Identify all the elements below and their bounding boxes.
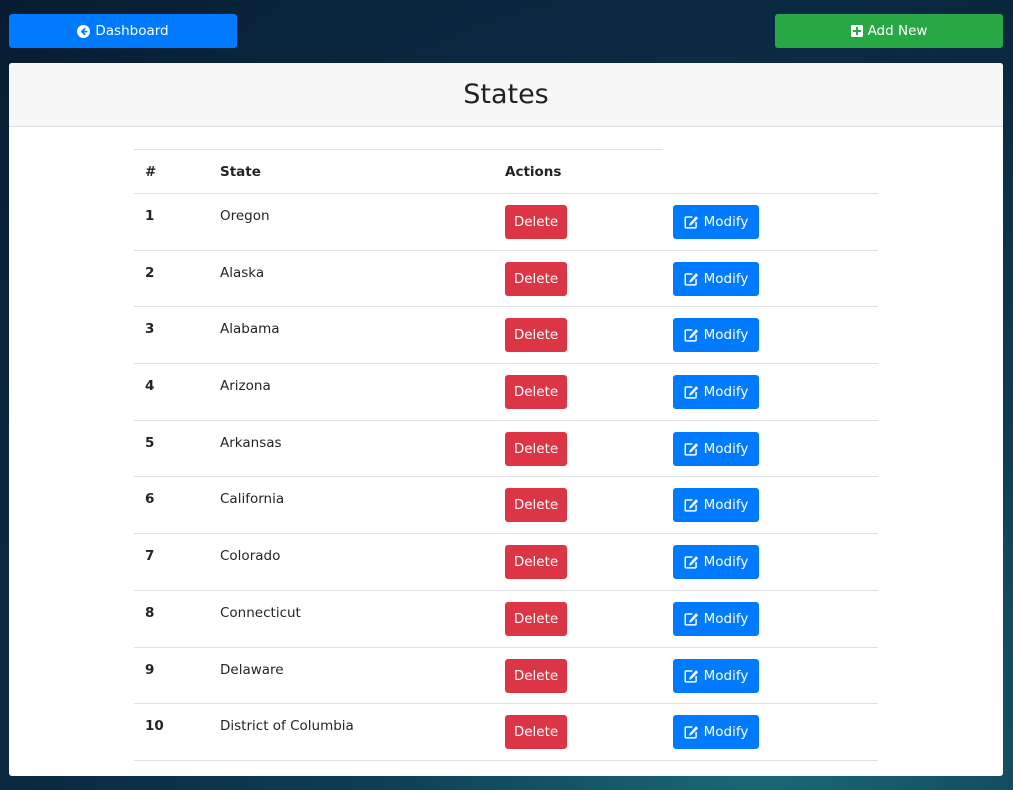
modify-button[interactable]: Modify (673, 488, 759, 523)
add-new-button[interactable]: Add New (775, 14, 1003, 48)
modify-button[interactable]: Modify (673, 601, 759, 636)
edit-icon (684, 726, 698, 739)
dashboard-button-label: Dashboard (95, 23, 169, 39)
modify-button[interactable]: Modify (673, 715, 759, 750)
row-number: 3 (145, 321, 155, 338)
modify-button-label: Modify (703, 270, 749, 287)
row-number: 6 (145, 491, 155, 508)
page-title: States (463, 79, 549, 110)
edit-icon (684, 216, 698, 229)
edit-icon (684, 386, 698, 399)
edit-icon (684, 329, 698, 342)
delete-button[interactable]: Delete (505, 545, 567, 580)
row-number: 8 (145, 604, 155, 621)
modify-button[interactable]: Modify (673, 318, 759, 353)
edit-icon (684, 272, 698, 286)
column-header-actions: Actions (505, 164, 562, 180)
table-row: 1 Oregon Delete Modify (134, 194, 878, 251)
state-name: Arizona (220, 378, 271, 395)
delete-button-label: Delete (513, 610, 559, 627)
row-number: 4 (145, 378, 155, 395)
modify-button-label: Modify (703, 724, 749, 741)
modify-button-label: Modify (703, 440, 749, 457)
table-header: # State Actions (134, 150, 878, 194)
modify-button-label: Modify (703, 610, 749, 627)
delete-button[interactable]: Delete (505, 431, 567, 466)
edit-icon (684, 499, 698, 513)
card-header: States (9, 63, 1003, 127)
row-number: 2 (145, 264, 155, 281)
dashboard-button[interactable]: Dashboard (9, 14, 237, 48)
delete-button-label: Delete (513, 214, 559, 230)
modify-button[interactable]: Modify (673, 375, 759, 410)
table-row: 6 California Delete Modify (134, 477, 878, 535)
state-name: Oregon (220, 208, 270, 224)
delete-button[interactable]: Delete (505, 318, 567, 353)
delete-button-label: Delete (513, 384, 559, 401)
table-row: 3 Alabama Delete Modify (134, 307, 878, 365)
table-row: 8 Connecticut Delete Modify (134, 591, 878, 648)
modify-button[interactable]: Modify (673, 658, 759, 693)
states-card: States # State Actions 1 Oregon Delete Modi… (9, 63, 1003, 776)
delete-button-label: Delete (513, 327, 559, 344)
arrow-circle-left-icon (77, 24, 91, 38)
delete-button-label: Delete (513, 440, 559, 457)
modify-button[interactable]: Modify (673, 545, 759, 580)
delete-button[interactable]: Delete (505, 601, 567, 636)
table-row: 2 Alaska Delete Modify (134, 251, 878, 308)
row-number: 5 (145, 434, 155, 451)
table-row: 4 Arizona Delete Modify (134, 364, 878, 421)
modify-button-label: Modify (703, 667, 749, 684)
edit-icon (684, 669, 698, 683)
row-number: 10 (145, 718, 164, 735)
modify-button-label: Modify (703, 497, 749, 514)
modify-button[interactable]: Modify (673, 431, 759, 466)
delete-button[interactable]: Delete (505, 658, 567, 693)
table-row: 10 District of Columbia Delete Modify (134, 704, 878, 761)
column-header-number: # (145, 164, 157, 180)
row-number: 7 (145, 548, 155, 565)
edit-icon (684, 442, 698, 456)
modify-button[interactable]: Modify (673, 261, 759, 296)
add-new-button-label: Add New (867, 23, 928, 39)
delete-button[interactable]: Delete (505, 715, 567, 750)
modify-button-label: Modify (703, 384, 749, 401)
table-row: 7 Colorado Delete Modify (134, 534, 878, 591)
modify-button-label: Modify (703, 214, 749, 230)
state-name: California (220, 491, 285, 508)
delete-button[interactable]: Delete (505, 205, 567, 239)
delete-button-label: Delete (513, 724, 559, 741)
delete-button[interactable]: Delete (505, 375, 567, 410)
modify-button-label: Modify (703, 554, 749, 571)
edit-icon (684, 556, 698, 569)
state-name: Delaware (220, 661, 284, 678)
delete-button[interactable]: Delete (505, 488, 567, 523)
row-number: 9 (145, 661, 155, 678)
row-number: 1 (145, 208, 155, 224)
state-name: Connecticut (220, 604, 301, 621)
state-name: Colorado (220, 548, 281, 565)
delete-button-label: Delete (513, 554, 559, 571)
delete-button-label: Delete (513, 497, 559, 514)
column-header-state: State (220, 164, 261, 180)
table-row: 5 Arkansas Delete Modify (134, 421, 878, 478)
state-name: Arkansas (220, 434, 282, 451)
table-row: 9 Delaware Delete Modify (134, 648, 878, 705)
state-name: Alabama (220, 321, 280, 338)
delete-button-label: Delete (513, 270, 559, 287)
delete-button-label: Delete (513, 667, 559, 684)
delete-button[interactable]: Delete (505, 261, 567, 296)
modify-button[interactable]: Modify (673, 205, 759, 239)
state-name: Alaska (220, 264, 265, 281)
modify-button-label: Modify (703, 327, 749, 344)
table-body: 1 Oregon Delete Modify 2 Alaska Delete Modify 3 A… (134, 194, 878, 761)
edit-icon (684, 612, 698, 626)
state-name: District of Columbia (220, 718, 354, 735)
plus-square-icon (850, 25, 863, 37)
